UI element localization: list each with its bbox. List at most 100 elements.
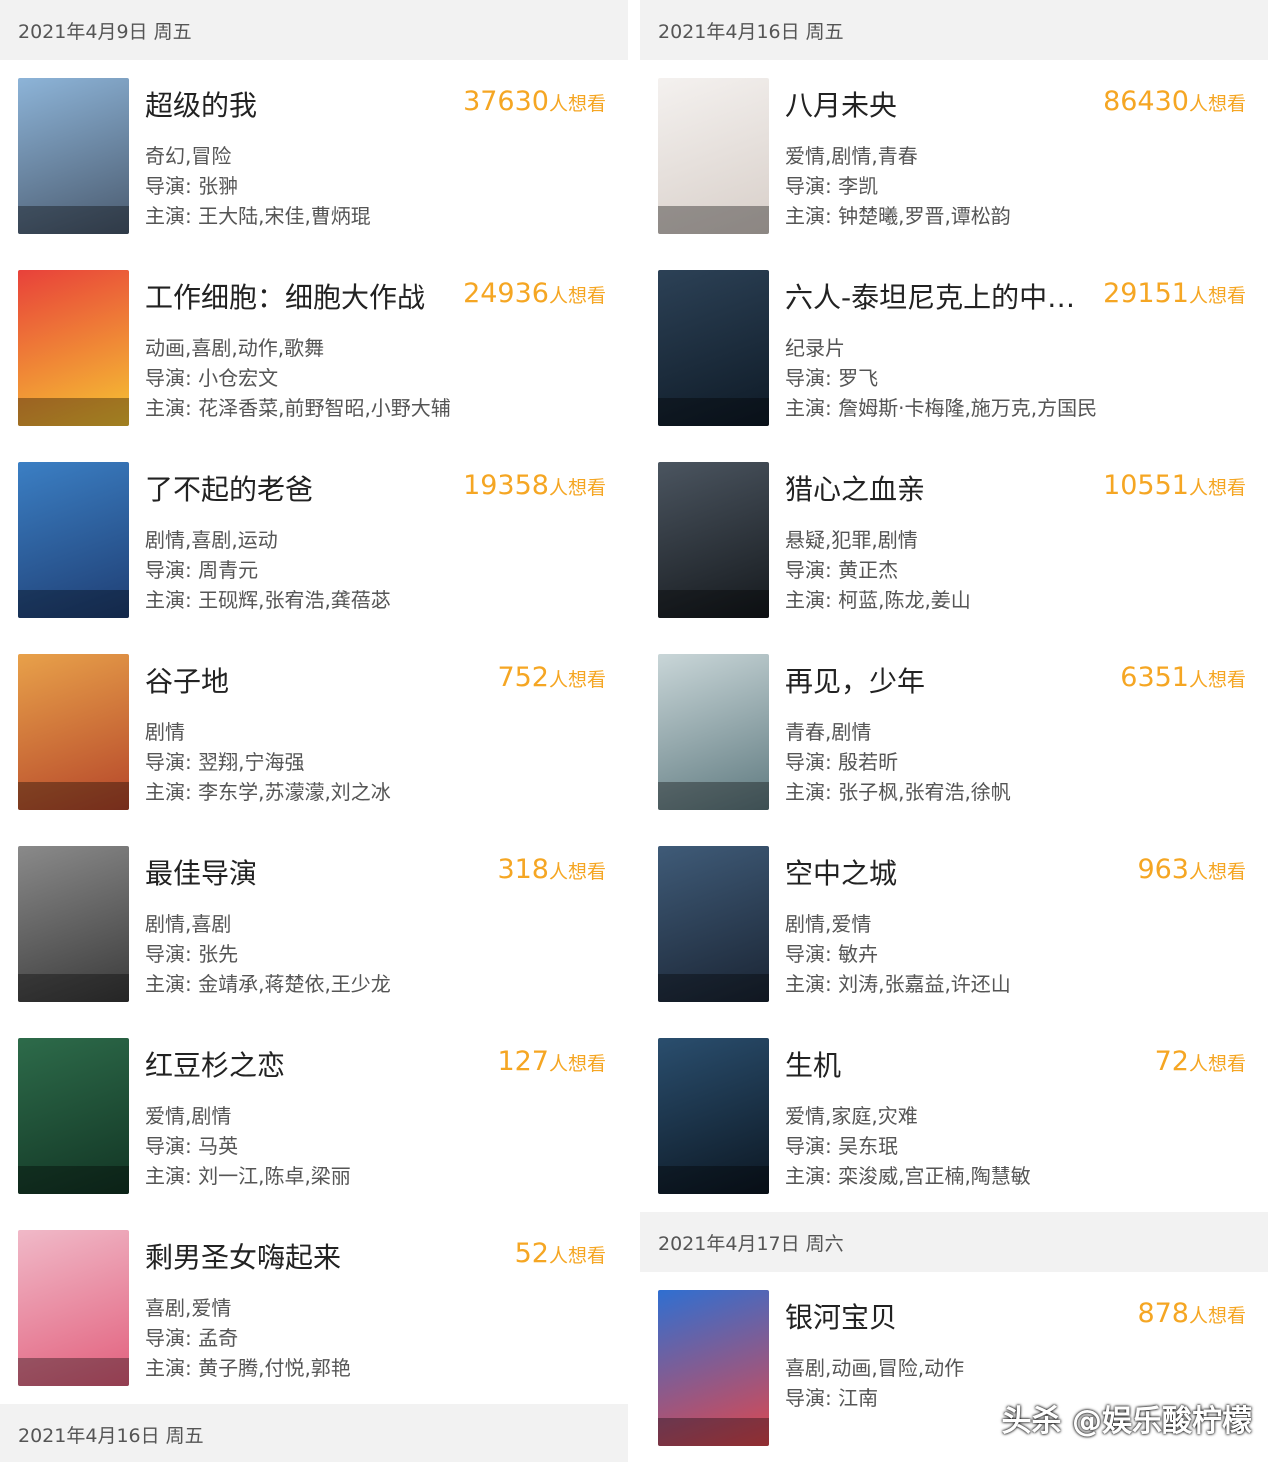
want-count: 878人想看 <box>1137 1298 1246 1329</box>
want-count-number: 37630 <box>463 86 549 117</box>
want-count: 10551人想看 <box>1103 470 1246 501</box>
movie-genre: 喜剧,爱情 <box>145 1296 232 1320</box>
movie-genre: 喜剧,动画,冒险,动作 <box>785 1356 965 1380</box>
want-count: 72人想看 <box>1155 1046 1246 1077</box>
want-count-suffix: 人想看 <box>548 861 606 883</box>
want-count-suffix: 人想看 <box>548 285 606 307</box>
movie-genre: 剧情 <box>145 720 185 744</box>
movie-cast: 主演: 王大陆,宋佳,曹炳琨 <box>145 204 371 228</box>
want-count-suffix: 人想看 <box>1188 1053 1246 1075</box>
movie-title[interactable]: 最佳导演 <box>145 852 257 892</box>
movie-cast: 主演: 王砚辉,张宥浩,龚蓓苾 <box>145 588 391 612</box>
movie-item[interactable]: 超级的我 37630人想看 奇幻,冒险 导演: 张翀 主演: 王大陆,宋佳,曹炳琨 <box>0 60 628 252</box>
want-count: 318人想看 <box>497 854 606 885</box>
movie-cast: 主演: 金靖承,蒋楚依,王少龙 <box>145 972 391 996</box>
movie-title[interactable]: 八月未央 <box>785 84 897 124</box>
movie-item[interactable]: 红豆杉之恋 127人想看 爱情,剧情 导演: 马英 主演: 刘一江,陈卓,梁丽 <box>0 1020 628 1212</box>
movie-title[interactable]: 剩男圣女嗨起来 <box>145 1236 341 1276</box>
poster-band <box>658 1166 769 1194</box>
movie-poster[interactable] <box>658 78 769 234</box>
movie-item[interactable]: 空中之城 963人想看 剧情,爱情 导演: 敏卉 主演: 刘涛,张嘉益,许还山 <box>640 828 1268 1020</box>
movie-genre: 剧情,喜剧 <box>145 912 232 936</box>
want-count-suffix: 人想看 <box>548 93 606 115</box>
want-count-suffix: 人想看 <box>1188 93 1246 115</box>
movie-genre: 剧情,爱情 <box>785 912 872 936</box>
movie-director: 导演: 殷若昕 <box>785 750 899 774</box>
movie-title[interactable]: 红豆杉之恋 <box>145 1044 285 1084</box>
movie-director: 导演: 吴东珉 <box>785 1134 899 1158</box>
want-count-suffix: 人想看 <box>1188 861 1246 883</box>
movie-director: 导演: 张翀 <box>145 174 239 198</box>
movie-item[interactable]: 猎心之血亲 10551人想看 悬疑,犯罪,剧情 导演: 黄正杰 主演: 柯蓝,陈龙,姜山 <box>640 444 1268 636</box>
movie-poster[interactable] <box>658 462 769 618</box>
want-count-number: 72 <box>1154 1046 1189 1077</box>
poster-band <box>658 590 769 618</box>
movie-item[interactable]: 剩男圣女嗨起来 52人想看 喜剧,爱情 导演: 孟奇 主演: 黄子腾,付悦,郭艳 <box>0 1212 628 1404</box>
movie-director: 导演: 马英 <box>145 1134 239 1158</box>
want-count-number: 6351 <box>1120 662 1189 693</box>
movie-director: 导演: 黄正杰 <box>785 558 899 582</box>
movie-poster[interactable] <box>658 1290 769 1446</box>
poster-band <box>18 1166 129 1194</box>
movie-cast: 主演: 花泽香菜,前野智昭,小野大辅 <box>145 396 451 420</box>
movie-list: 八月未央 86430人想看 爱情,剧情,青春 导演: 李凯 主演: 钟楚曦,罗晋,谭松韵… <box>640 60 1268 1212</box>
movie-poster[interactable] <box>18 78 129 234</box>
movie-title[interactable]: 猎心之血亲 <box>785 468 925 508</box>
movie-poster[interactable] <box>658 846 769 1002</box>
left-column: 2021年4月9日 周五 超级的我 37630人想看 奇幻,冒险 导演: 张翀 主演: … <box>0 0 628 1462</box>
poster-band <box>18 590 129 618</box>
movie-title[interactable]: 空中之城 <box>785 852 897 892</box>
movie-item[interactable]: 再见，少年 6351人想看 青春,剧情 导演: 殷若昕 主演: 张子枫,张宥浩,徐帆 <box>640 636 1268 828</box>
movie-poster[interactable] <box>18 270 129 426</box>
movie-cast: 主演: 栾浚威,宫正楠,陶慧敏 <box>785 1164 1031 1188</box>
movie-genre: 青春,剧情 <box>785 720 872 744</box>
poster-band <box>18 1358 129 1386</box>
right-column: 2021年4月16日 周五 八月未央 86430人想看 爱情,剧情,青春 导演: 李凯… <box>640 0 1268 1462</box>
movie-item[interactable]: 工作细胞：细胞大作战 24936人想看 动画,喜剧,动作,歌舞 导演: 小仓宏文 主演:… <box>0 252 628 444</box>
movie-director: 导演: 张先 <box>145 942 239 966</box>
movie-poster[interactable] <box>18 846 129 1002</box>
movie-poster[interactable] <box>18 654 129 810</box>
movie-cast: 主演: 詹姆斯·卡梅隆,施万克,方国民 <box>785 396 1098 420</box>
want-count-suffix: 人想看 <box>1188 477 1246 499</box>
watermark: 头杀 @娱乐酸柠檬 <box>1001 1404 1252 1439</box>
movie-item[interactable]: 了不起的老爸 19358人想看 剧情,喜剧,运动 导演: 周青元 主演: 王砚辉,张宥浩… <box>0 444 628 636</box>
movie-title[interactable]: 了不起的老爸 <box>145 468 313 508</box>
movie-director: 导演: 江南 <box>785 1386 879 1410</box>
movie-title[interactable]: 生机 <box>785 1044 841 1084</box>
poster-band <box>18 782 129 810</box>
want-count-number: 752 <box>497 662 549 693</box>
movie-item[interactable]: 生机 72人想看 爱情,家庭,灾难 导演: 吴东珉 主演: 栾浚威,宫正楠,陶慧敏 <box>640 1020 1268 1212</box>
movie-poster[interactable] <box>658 270 769 426</box>
movie-poster[interactable] <box>658 1038 769 1194</box>
movie-cast: 主演: 柯蓝,陈龙,姜山 <box>785 588 971 612</box>
movie-director: 导演: 李凯 <box>785 174 879 198</box>
movie-title[interactable]: 六人-泰坦尼克上的中… <box>785 276 1075 316</box>
movie-title[interactable]: 工作细胞：细胞大作战 <box>145 276 425 316</box>
movie-title[interactable]: 银河宝贝 <box>785 1296 897 1336</box>
poster-band <box>658 398 769 426</box>
movie-title[interactable]: 超级的我 <box>145 84 257 124</box>
movie-item[interactable]: 谷子地 752人想看 剧情 导演: 翌翔,宁海强 主演: 李东学,苏濛濛,刘之冰 <box>0 636 628 828</box>
movie-cast: 主演: 刘涛,张嘉益,许还山 <box>785 972 1011 996</box>
movie-poster[interactable] <box>18 1038 129 1194</box>
want-count-number: 10551 <box>1103 470 1189 501</box>
movie-title[interactable]: 谷子地 <box>145 660 229 700</box>
want-count-number: 318 <box>497 854 549 885</box>
movie-item[interactable]: 最佳导演 318人想看剧情,喜剧导演: 张先主演: 金靖承,蒋楚依,王少龙 <box>0 828 628 1020</box>
want-count-suffix: 人想看 <box>1188 669 1246 691</box>
movie-director: 导演: 孟奇 <box>145 1326 239 1350</box>
want-count: 29151人想看 <box>1103 278 1246 309</box>
movie-poster[interactable] <box>658 654 769 810</box>
movie-genre: 爱情,剧情 <box>145 1104 232 1128</box>
movie-item[interactable]: 八月未央 86430人想看 爱情,剧情,青春 导演: 李凯 主演: 钟楚曦,罗晋,谭松韵 <box>640 60 1268 252</box>
movie-poster[interactable] <box>18 462 129 618</box>
movie-title[interactable]: 再见，少年 <box>785 660 925 700</box>
date-header: 2021年4月16日 周五 <box>0 1404 628 1462</box>
movie-director: 导演: 翌翔,宁海强 <box>145 750 305 774</box>
want-count-suffix: 人想看 <box>548 1053 606 1075</box>
column-divider <box>628 0 640 1462</box>
want-count: 24936人想看 <box>463 278 606 309</box>
movie-item[interactable]: 六人-泰坦尼克上的中… 29151人想看 纪录片 导演: 罗飞 主演: 詹姆斯·卡梅隆,… <box>640 252 1268 444</box>
movie-poster[interactable] <box>18 1230 129 1386</box>
